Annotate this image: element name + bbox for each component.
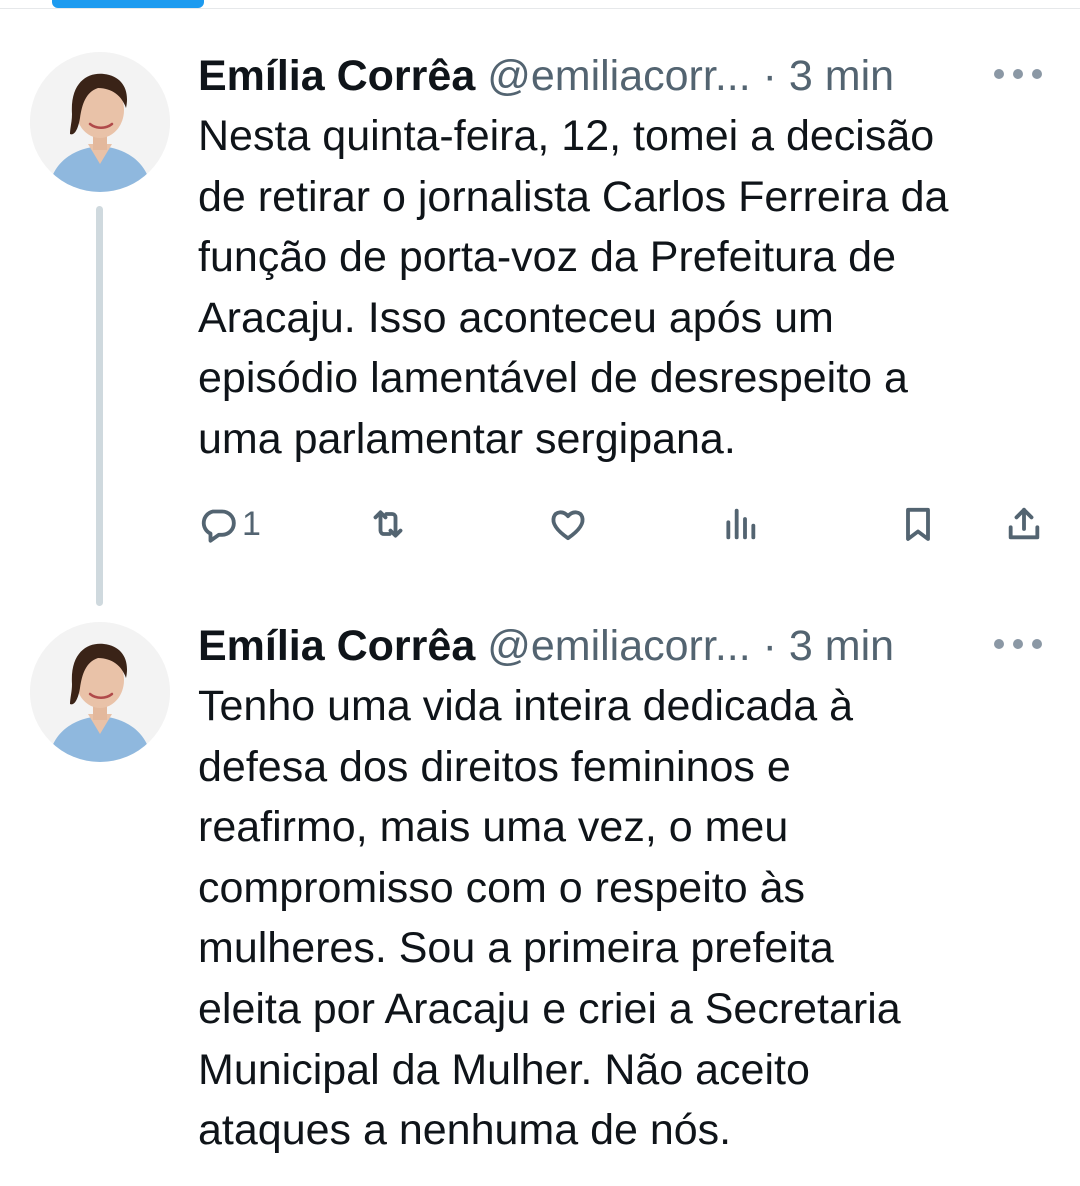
share-button[interactable] — [1004, 500, 1044, 548]
top-divider — [0, 8, 1080, 9]
header-separator: · — [762, 622, 777, 670]
author-handle[interactable]: @emiliacorr... — [487, 52, 750, 100]
active-tab-indicator — [52, 0, 204, 8]
reply-icon — [201, 509, 236, 543]
timestamp[interactable]: 3 min — [789, 622, 894, 670]
tweet-text: Nesta quinta-feira, 12, tomei a decisão … — [198, 112, 949, 463]
reply-count: 1 — [242, 504, 261, 543]
tweet-header: Emília Corrêa @emiliacorr... · 3 min — [198, 618, 1068, 674]
reply-button[interactable]: 1 — [198, 500, 261, 548]
retweet-button[interactable] — [368, 500, 408, 548]
timestamp[interactable]: 3 min — [789, 52, 894, 100]
author-name[interactable]: Emília Corrêa — [198, 622, 475, 670]
bookmark-icon — [906, 507, 930, 541]
share-icon — [1008, 507, 1040, 540]
avatar[interactable] — [30, 52, 170, 192]
author-name[interactable]: Emília Corrêa — [198, 52, 475, 100]
thread-connector-line — [96, 206, 103, 606]
author-handle[interactable]: @emiliacorr... — [487, 622, 750, 670]
like-button[interactable] — [548, 500, 588, 548]
avatar[interactable] — [30, 622, 170, 762]
tweet-text: Tenho uma vida inteira dedicada à defesa… — [198, 682, 901, 1155]
more-options-icon[interactable] — [994, 62, 1042, 86]
more-options-icon[interactable] — [994, 632, 1042, 656]
tweet-actions: 1 — [198, 500, 1058, 548]
bookmark-button[interactable] — [898, 500, 938, 548]
retweet-icon — [373, 510, 403, 538]
views-icon — [726, 508, 756, 540]
header-separator: · — [762, 52, 777, 100]
views-button[interactable] — [720, 500, 760, 548]
tweet-header: Emília Corrêa @emiliacorr... · 3 min — [198, 48, 1068, 104]
like-icon — [551, 510, 585, 541]
